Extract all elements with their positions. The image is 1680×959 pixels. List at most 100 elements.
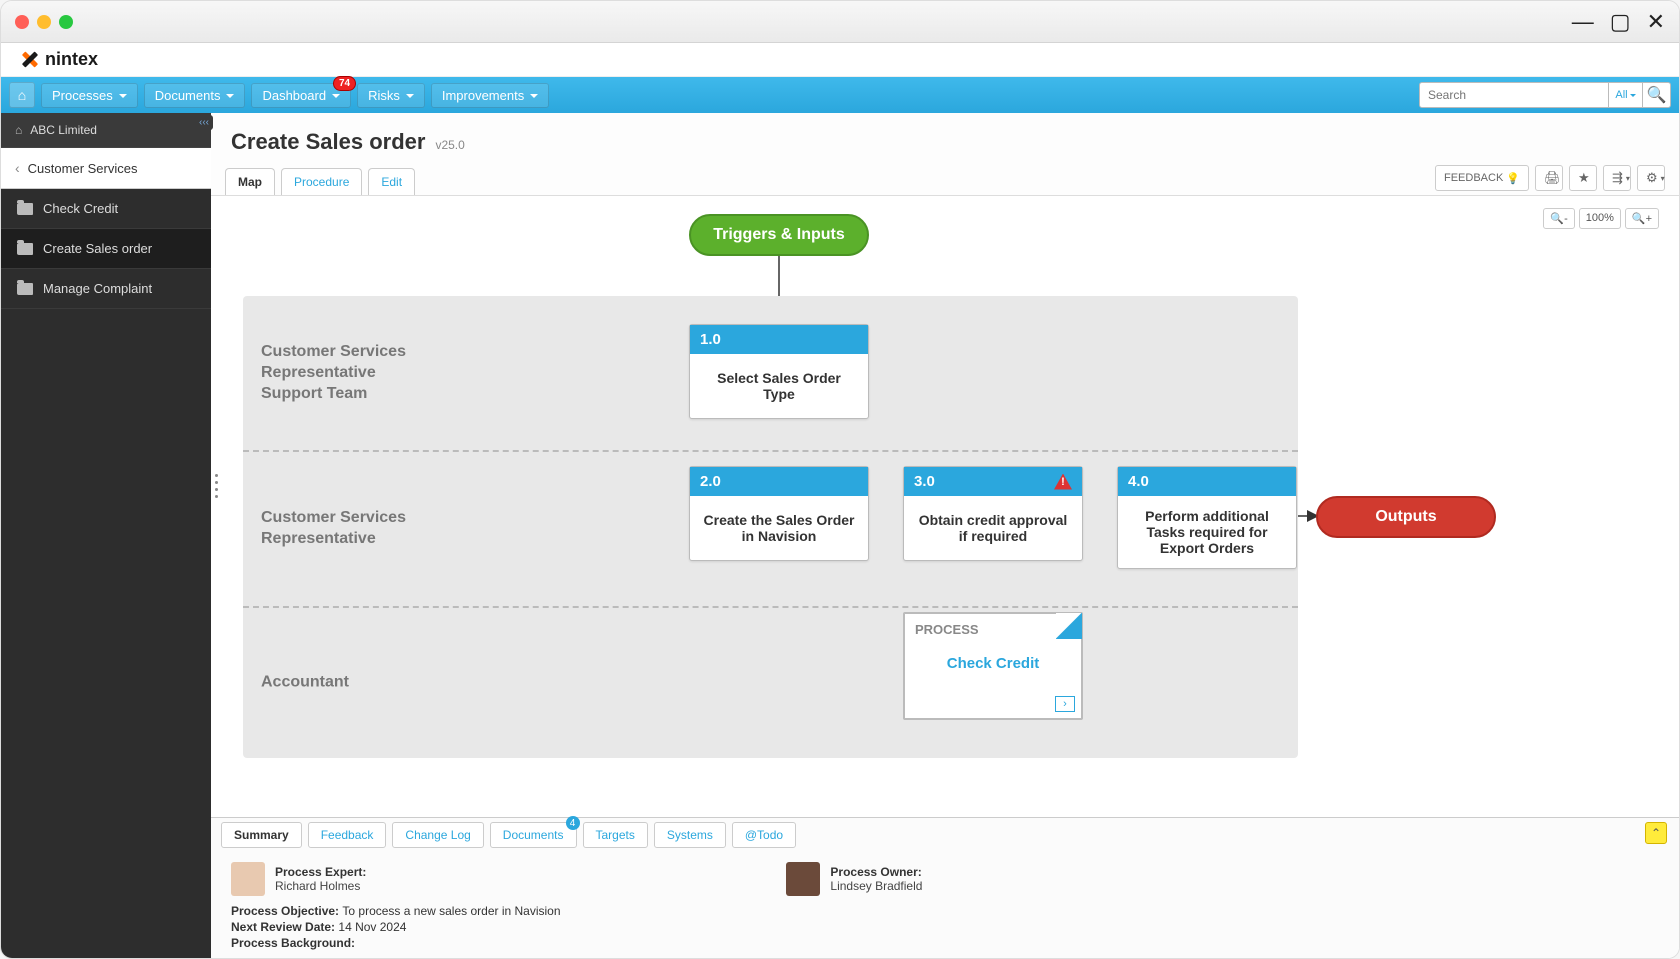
print-button[interactable]: 🖨 <box>1535 165 1563 191</box>
print-icon: 🖨 <box>1544 170 1561 186</box>
activity-number: 2.0 <box>700 473 721 490</box>
activity-title: Create the Sales Order in Navision <box>690 496 868 560</box>
close-icon[interactable]: ✕ <box>1647 9 1665 35</box>
activity-4-0[interactable]: 4.0 Perform additional Tasks required fo… <box>1117 466 1297 569</box>
goto-process-icon[interactable]: › <box>1055 696 1075 712</box>
tab-edit[interactable]: Edit <box>368 168 415 195</box>
app-window: — ▢ ✕ nintex ⌂ Processes Documents Dashb… <box>0 0 1680 959</box>
warning-icon: ! <box>1054 474 1072 490</box>
nav-label: Dashboard <box>262 88 326 103</box>
breadcrumb-root-label: ABC Limited <box>30 123 97 137</box>
btab-summary[interactable]: Summary <box>221 822 302 848</box>
close-dot-icon[interactable] <box>15 15 29 29</box>
chevron-down-icon <box>224 88 234 103</box>
feedback-button[interactable]: FEEDBACK 💡 <box>1435 165 1529 191</box>
maximize-icon[interactable]: ▢ <box>1610 9 1631 35</box>
activity-number: 3.0 <box>914 473 935 490</box>
zoom-in-icon: 🔍+ <box>1632 213 1652 225</box>
tab-procedure[interactable]: Procedure <box>281 168 362 195</box>
action-bar: FEEDBACK 💡 🖨 ★ ⇶▾ ⚙▾ <box>1435 165 1665 195</box>
window-traffic-lights <box>15 15 73 29</box>
meta-value: 14 Nov 2024 <box>338 920 406 934</box>
btab-feedback[interactable]: Feedback <box>308 822 387 848</box>
share-button[interactable]: ⇶▾ <box>1603 165 1631 191</box>
zoom-level[interactable]: 100% <box>1579 208 1621 229</box>
page-version: v25.0 <box>435 138 464 152</box>
nav-improvements[interactable]: Improvements <box>431 83 549 108</box>
sidebar-item-create-sales-order[interactable]: Create Sales order <box>1 229 211 269</box>
avatar <box>231 862 265 896</box>
folder-icon <box>17 283 33 295</box>
chevron-down-icon: ▾ <box>1661 174 1665 183</box>
star-icon: ★ <box>1578 170 1590 186</box>
sidebar: ‹‹‹ ⌂ ABC Limited ‹ Customer Services Ch… <box>1 113 211 959</box>
btab-targets[interactable]: Targets <box>583 822 648 848</box>
chevron-left-icon: ‹ <box>15 160 20 176</box>
process-background-row: Process Background: <box>231 936 1659 950</box>
person-name: Richard Holmes <box>275 879 366 893</box>
outputs-node[interactable]: Outputs <box>1316 496 1496 538</box>
zoom-panel: 🔍‑ 100% 🔍+ <box>1543 208 1659 229</box>
nav-processes[interactable]: Processes <box>41 83 138 108</box>
folder-icon <box>17 243 33 255</box>
lane-3: Accountant <box>243 608 1298 758</box>
process-canvas[interactable]: 🔍‑ 100% 🔍+ Triggers & Inputs <box>211 196 1679 817</box>
zoom-dot-icon[interactable] <box>59 15 73 29</box>
collapse-sidebar-button[interactable]: ‹‹‹ <box>195 115 213 130</box>
brand-name: nintex <box>45 49 98 70</box>
next-review-row: Next Review Date: 14 Nov 2024 <box>231 920 1659 934</box>
canvas-drag-handle[interactable] <box>211 472 221 500</box>
sidebar-item-check-credit[interactable]: Check Credit <box>1 189 211 229</box>
search-scope-button[interactable]: All <box>1609 82 1643 108</box>
btab-documents[interactable]: Documents4 <box>490 822 577 848</box>
zoom-out-button[interactable]: 🔍‑ <box>1543 208 1574 229</box>
sidebar-item-label: Check Credit <box>43 201 118 216</box>
zoom-in-button[interactable]: 🔍+ <box>1625 208 1659 229</box>
home-icon: ⌂ <box>15 123 22 137</box>
search-button[interactable]: 🔍 <box>1643 82 1671 108</box>
nav-label: Documents <box>155 88 221 103</box>
lightbulb-icon: 💡 <box>1506 172 1520 185</box>
btab-label: Documents <box>503 828 564 842</box>
nav-risks[interactable]: Risks <box>357 83 425 108</box>
summary-content: Process Expert: Richard Holmes Process O… <box>211 852 1679 959</box>
breadcrumb-parent[interactable]: ‹ Customer Services <box>1 148 211 189</box>
nav-dashboard[interactable]: Dashboard74 <box>251 83 351 108</box>
zoom-out-icon: 🔍‑ <box>1550 213 1567 225</box>
home-button[interactable]: ⌂ <box>9 82 35 108</box>
lane-2-label: Customer Services Representative <box>261 508 421 550</box>
minimize-icon[interactable]: — <box>1572 9 1594 35</box>
expand-panel-button[interactable]: ⌃ <box>1645 822 1667 844</box>
nintex-x-icon <box>21 51 39 69</box>
avatar <box>786 862 820 896</box>
breadcrumb-parent-label: Customer Services <box>28 161 138 176</box>
breadcrumb-root[interactable]: ⌂ ABC Limited <box>1 113 211 148</box>
tab-map[interactable]: Map <box>225 168 275 195</box>
btab-systems[interactable]: Systems <box>654 822 726 848</box>
meta-label: Process Background: <box>231 936 355 950</box>
search-icon: 🔍 <box>1647 85 1667 105</box>
process-title: Check Credit <box>905 655 1081 672</box>
sidebar-item-manage-complaint[interactable]: Manage Complaint <box>1 269 211 309</box>
favorite-button[interactable]: ★ <box>1569 165 1597 191</box>
process-expert: Process Expert: Richard Holmes <box>231 862 366 896</box>
nav-badge: 74 <box>333 76 356 91</box>
btab-todo[interactable]: @Todo <box>732 822 796 848</box>
activity-1-0[interactable]: 1.0 Select Sales Order Type <box>689 324 869 419</box>
process-check-credit[interactable]: PROCESS Check Credit › <box>903 612 1083 720</box>
nav-label: Improvements <box>442 88 524 103</box>
minimize-dot-icon[interactable] <box>37 15 51 29</box>
activity-2-0[interactable]: 2.0 Create the Sales Order in Navision <box>689 466 869 561</box>
chevron-down-icon <box>404 88 414 103</box>
search-input[interactable] <box>1419 82 1609 108</box>
settings-button[interactable]: ⚙▾ <box>1637 165 1665 191</box>
activity-3-0[interactable]: 3.0! Obtain credit approval if required <box>903 466 1083 561</box>
triggers-node[interactable]: Triggers & Inputs <box>689 214 869 256</box>
titlebar: — ▢ ✕ <box>1 1 1679 43</box>
meta-value: To process a new sales order in Navision <box>342 904 560 918</box>
role-label: Process Expert: <box>275 865 366 879</box>
nav-documents[interactable]: Documents <box>144 83 246 108</box>
window-controls: — ▢ ✕ <box>1572 9 1665 35</box>
btab-change-log[interactable]: Change Log <box>392 822 483 848</box>
activity-title: Select Sales Order Type <box>690 354 868 418</box>
